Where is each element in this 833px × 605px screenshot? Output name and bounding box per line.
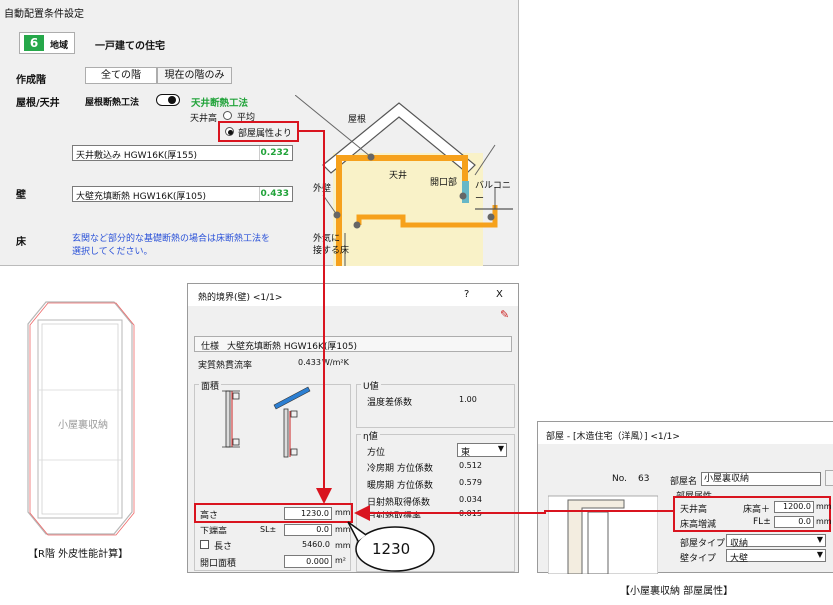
annotation-arrows [299, 130, 674, 572]
callout-text: 1230 [372, 540, 411, 558]
